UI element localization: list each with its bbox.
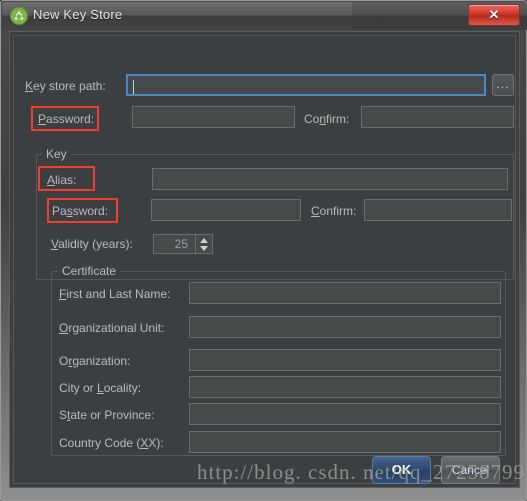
cert-country-code-label: Country Code (XX): bbox=[59, 436, 164, 450]
certificate-group-title: Certificate bbox=[58, 264, 121, 278]
cert-organizational-unit-input[interactable] bbox=[189, 316, 501, 338]
spinner-down-icon[interactable] bbox=[200, 246, 208, 251]
ok-button[interactable]: OK bbox=[372, 456, 431, 484]
cert-city-locality-label: City or Locality: bbox=[59, 381, 142, 395]
dialog-content-inner: Key store path: ... Password: Confirm: K… bbox=[13, 35, 516, 484]
close-button[interactable]: ✕ bbox=[468, 4, 520, 26]
key-group-title: Key bbox=[42, 147, 71, 161]
cert-first-last-name-label: First and Last Name: bbox=[59, 287, 171, 301]
title-bar[interactable]: New Key Store ✕ bbox=[1, 1, 527, 31]
key-alias-label: Alias: bbox=[47, 173, 77, 187]
cert-city-locality-input[interactable] bbox=[189, 376, 501, 398]
cert-organizational-unit-label: Organizational Unit: bbox=[59, 321, 165, 335]
browse-button[interactable]: ... bbox=[492, 74, 514, 96]
cert-organization-input[interactable] bbox=[189, 349, 501, 371]
cancel-button[interactable]: Cancel bbox=[441, 456, 500, 484]
key-alias-input[interactable] bbox=[152, 168, 508, 190]
keystore-confirm-label: Confirm: bbox=[304, 112, 350, 126]
cert-state-province-label: State or Province: bbox=[59, 408, 155, 422]
validity-value[interactable]: 25 bbox=[154, 235, 192, 253]
keystore-path-label: Key store path: bbox=[25, 79, 106, 93]
key-confirm-label: Confirm: bbox=[311, 204, 357, 218]
cert-organization-label: Organization: bbox=[59, 354, 131, 368]
close-icon: ✕ bbox=[488, 7, 500, 22]
keystore-confirm-input[interactable] bbox=[361, 106, 514, 128]
keystore-path-input[interactable] bbox=[126, 74, 486, 96]
key-password-input[interactable] bbox=[151, 199, 301, 221]
validity-spinner[interactable]: 25 bbox=[153, 234, 213, 254]
dialog-window: New Key Store ✕ Key store path: ... Pass… bbox=[0, 0, 527, 501]
text-caret bbox=[133, 80, 134, 94]
android-studio-icon bbox=[10, 7, 28, 25]
keystore-password-label: Password: bbox=[38, 112, 95, 126]
cert-country-code-input[interactable] bbox=[189, 431, 501, 453]
key-password-label: Password: bbox=[52, 204, 109, 218]
key-confirm-input[interactable] bbox=[364, 199, 512, 221]
spinner-buttons[interactable] bbox=[195, 235, 212, 253]
window-title: New Key Store bbox=[33, 7, 123, 22]
dialog-content: Key store path: ... Password: Confirm: K… bbox=[9, 31, 520, 488]
cert-first-last-name-input[interactable] bbox=[189, 282, 501, 304]
keystore-password-input[interactable] bbox=[132, 106, 295, 128]
cert-state-province-input[interactable] bbox=[189, 403, 501, 425]
spinner-up-icon[interactable] bbox=[200, 238, 208, 243]
validity-label: Validity (years): bbox=[51, 237, 133, 251]
